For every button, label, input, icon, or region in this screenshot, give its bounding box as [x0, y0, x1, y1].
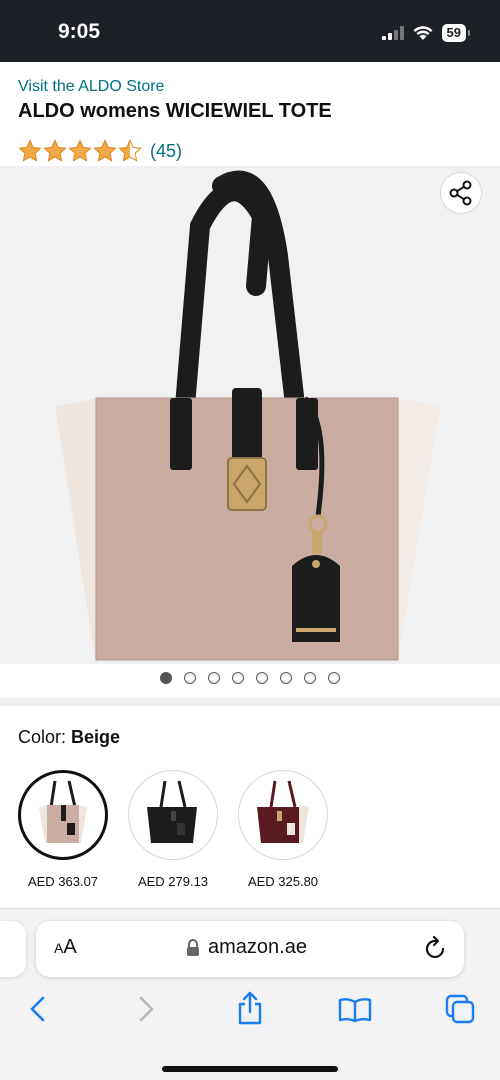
image-pagination[interactable] [0, 672, 500, 690]
star-full-icon [93, 139, 117, 162]
address-bar[interactable]: AA amazon.ae [36, 921, 464, 977]
color-swatch-black[interactable]: AED 279.13 [128, 770, 218, 889]
back-icon[interactable] [28, 995, 48, 1023]
star-full-icon [43, 139, 67, 162]
swatch-thumbnail [128, 770, 218, 860]
pagination-dot[interactable] [256, 672, 268, 684]
previous-tab-preview[interactable] [0, 921, 26, 977]
star-half-icon [118, 139, 142, 162]
tabs-icon[interactable] [444, 993, 476, 1025]
rating-count[interactable]: (45) [150, 141, 182, 162]
home-indicator[interactable] [162, 1066, 338, 1072]
url-display[interactable]: amazon.ae [186, 936, 307, 959]
battery-indicator: 59 [441, 24, 471, 42]
star-full-icon [18, 139, 42, 162]
product-title: ALDO womens WICIEWIEL TOTE [18, 100, 332, 122]
browser-chrome: AA amazon.ae [0, 908, 500, 1080]
selected-color-name: Beige [71, 727, 121, 747]
reload-icon[interactable] [424, 935, 448, 961]
pagination-dot[interactable] [328, 672, 340, 684]
share-button[interactable] [440, 172, 482, 214]
cellular-signal-icon [381, 26, 404, 40]
pagination-dot[interactable] [232, 672, 244, 684]
star-full-icon [68, 139, 92, 162]
lock-icon [187, 938, 199, 956]
color-label-prefix: Color: [18, 727, 72, 747]
pagination-dot[interactable] [280, 672, 292, 684]
pagination-dot[interactable] [184, 672, 196, 684]
product-image [55, 170, 440, 661]
pagination-dot[interactable] [160, 672, 172, 684]
color-swatches: AED 363.07 AED 279.13 AED 325.80 [18, 770, 328, 889]
swatch-thumbnail [238, 770, 328, 860]
color-selection-label: Color: Beige [18, 727, 120, 748]
store-link[interactable]: Visit the ALDO Store [18, 78, 164, 96]
beige-bag-thumbnail [39, 780, 87, 843]
black-bag-thumbnail [147, 780, 197, 843]
section-divider [0, 698, 500, 706]
product-image-gallery[interactable] [0, 166, 500, 664]
aa-small: A [54, 940, 64, 956]
swatch-price: AED 363.07 [27, 874, 99, 889]
status-icons: 59 [381, 22, 471, 44]
color-swatch-burgundy[interactable]: AED 325.80 [238, 770, 328, 889]
share-icon [449, 180, 472, 206]
share-sheet-icon[interactable] [236, 991, 264, 1025]
wifi-icon [413, 26, 433, 40]
url-text: amazon.ae [208, 936, 307, 958]
star-rating [18, 139, 142, 163]
status-bar: 9:05 59 [0, 0, 500, 62]
color-swatch-beige[interactable]: AED 363.07 [18, 770, 108, 889]
swatch-thumbnail [18, 770, 108, 860]
forward-icon[interactable] [136, 995, 156, 1023]
pagination-dot[interactable] [304, 672, 316, 684]
rating-row[interactable]: (45) [18, 138, 182, 164]
reader-aa-button[interactable]: AA [54, 936, 77, 959]
swatch-price: AED 279.13 [137, 874, 209, 889]
status-time: 9:05 [58, 20, 101, 43]
aa-large: A [63, 936, 77, 958]
burgundy-bag-thumbnail [257, 780, 309, 843]
bookmarks-icon[interactable] [338, 997, 372, 1023]
pagination-dot[interactable] [208, 672, 220, 684]
swatch-price: AED 325.80 [247, 874, 319, 889]
